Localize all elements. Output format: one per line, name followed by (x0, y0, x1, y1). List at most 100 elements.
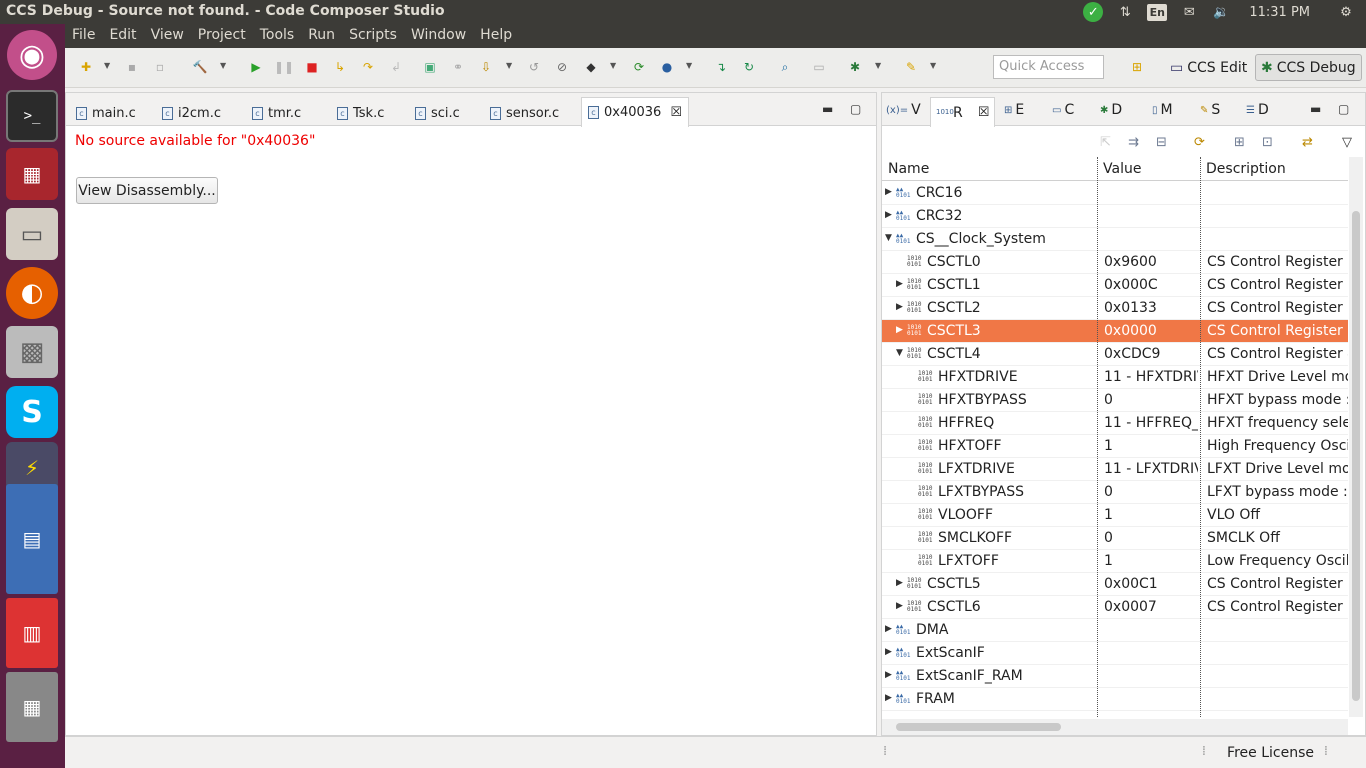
volume-icon[interactable]: 🔉 (1211, 2, 1231, 22)
step-into-icon[interactable]: ↳ (331, 58, 349, 76)
edit-group-icon[interactable]: ⊡ (1262, 135, 1273, 150)
build-dropdown-icon[interactable]: ▼ (220, 61, 226, 70)
file-manager-icon[interactable]: ▭ (6, 208, 58, 260)
expand-toggle-icon[interactable]: ▶ (896, 325, 903, 335)
tab-memory[interactable]: ▯ M (1152, 102, 1173, 118)
register-row[interactable]: ▶ 1010 0101 CSCTL3 0x0000 CS Control Register… (882, 320, 1348, 343)
stacked-windows-icon[interactable]: ▤ (6, 484, 58, 594)
register-value[interactable]: 1 (1104, 507, 1198, 523)
register-row[interactable]: 1010 0101 LFXTBYPASS 0 LFXT bypass mode : 0 (882, 481, 1348, 504)
expand-toggle-icon[interactable]: ▶ (885, 647, 892, 657)
register-value[interactable]: 1 (1104, 438, 1198, 454)
menu-window[interactable]: Window (404, 24, 473, 48)
suspend-icon[interactable]: ❚❚ (274, 58, 294, 76)
register-row[interactable]: 10100101 HFXTDRIVE 11 - HFXTDRIVE HFXT Driv… (882, 366, 1348, 389)
register-row[interactable]: ▶ ▲▲ 0101 ExtScanIF_RAM (882, 665, 1348, 688)
expand-toggle-icon[interactable]: ▶ (885, 670, 892, 680)
menu-project[interactable]: Project (191, 24, 253, 48)
register-row[interactable]: 1010 0101 SMCLKOFF 0 SMCLK Off (882, 527, 1348, 550)
register-row[interactable]: 10100101 HFXTBYPASS 0 HFXT bypass mode : 0 (882, 389, 1348, 412)
expand-toggle-icon[interactable]: ▶ (885, 693, 892, 703)
stacked-apps-icon[interactable]: ▥ (6, 598, 58, 668)
collapse-all-icon[interactable]: ⇉ (1128, 135, 1139, 150)
close-tab-icon[interactable]: ☒ (670, 105, 682, 120)
register-value[interactable]: 11 - HFFREQ_3 (1104, 415, 1198, 431)
clock[interactable]: 11:31 PM (1249, 5, 1310, 20)
register-row[interactable]: ▶ 1010 0101 CSCTL5 0x00C1 CS Control Register… (882, 573, 1348, 596)
register-row[interactable]: ▶ ▲▲ 0101 CRC16 (882, 182, 1348, 205)
reset-icon[interactable]: ⊘ (553, 58, 571, 76)
register-row[interactable]: 1010 0101 HFFREQ 11 - HFFREQ_3 HFXT frequenc… (882, 412, 1348, 435)
register-value[interactable]: 1 (1104, 553, 1198, 569)
expand-toggle-icon[interactable]: ▶ (896, 578, 903, 588)
minimize-editor-icon[interactable]: ▬ (822, 102, 833, 116)
bug-dropdown-icon[interactable]: ▼ (875, 61, 881, 70)
collapse-toggle-icon[interactable]: ▼ (896, 348, 903, 358)
quick-access-input[interactable]: Quick Access (993, 55, 1104, 79)
new-dropdown-icon[interactable]: ▼ (104, 61, 110, 70)
minimize-view-icon[interactable]: ▬ (1310, 102, 1321, 116)
column-name-header[interactable]: Name (888, 161, 929, 177)
register-value[interactable]: 0 (1104, 484, 1198, 500)
tab-sci-c[interactable]: c sci.c (415, 101, 460, 125)
register-value[interactable]: 0 (1104, 530, 1198, 546)
calculator-icon[interactable]: ▦ (6, 672, 58, 742)
mail-icon[interactable]: ✉ (1179, 2, 1199, 22)
register-row[interactable]: ▼ ▲▲ 0101 CS__Clock_System (882, 228, 1348, 251)
scroll-thumb[interactable] (896, 723, 1061, 731)
view-disassembly-button[interactable]: View Disassembly... (76, 177, 218, 204)
refresh-icon[interactable]: ⟳ (630, 58, 648, 76)
asm-step-over-icon[interactable]: ↻ (740, 58, 758, 76)
resume-icon[interactable]: ▶ (247, 58, 265, 76)
expand-toggle-icon[interactable]: ▶ (885, 624, 892, 634)
menu-run[interactable]: Run (301, 24, 342, 48)
register-value[interactable]: 0x000C (1104, 277, 1198, 293)
sync-icon[interactable]: ⇄ (1302, 135, 1313, 150)
tab-registers[interactable]: 1010 R ☒ (930, 97, 996, 127)
license-status[interactable]: Free License (1227, 745, 1314, 761)
tab-debug[interactable]: ✱ D (1100, 102, 1122, 118)
tab-search[interactable]: ✎ S (1200, 102, 1220, 118)
tab-expressions[interactable]: ⊞ E (1004, 102, 1024, 118)
network-arrows-icon[interactable]: ⇅ (1115, 2, 1135, 22)
ccs-app-icon[interactable]: ▦ (6, 148, 58, 200)
asm-step-into-icon[interactable]: ↴ (712, 58, 730, 76)
register-value[interactable]: 0x0000 (1104, 323, 1198, 339)
expand-toggle-icon[interactable]: ▶ (896, 601, 903, 611)
register-value[interactable]: 11 - LFXTDRIVE (1104, 461, 1198, 477)
new-group-icon[interactable]: ⊞ (1234, 135, 1245, 150)
register-value[interactable]: 0x9600 (1104, 254, 1198, 270)
register-row[interactable]: ▶ 1010 0101 CSCTL6 0x0007 CS Control Register… (882, 596, 1348, 619)
maximize-editor-icon[interactable]: ▢ (850, 102, 861, 116)
debug-icon[interactable]: ● (658, 58, 676, 76)
scroll-thumb[interactable] (1352, 211, 1360, 701)
tab-console[interactable]: ▭ C (1052, 102, 1074, 118)
expand-toggle-icon[interactable]: ▶ (896, 302, 903, 312)
save-all-icon[interactable]: ▫ (151, 58, 169, 76)
horizontal-scrollbar[interactable] (882, 719, 1348, 735)
search-icon[interactable]: ⌕ (776, 58, 794, 76)
expand-toggle-icon[interactable]: ▶ (896, 279, 903, 289)
layout-icon[interactable]: ⊟ (1156, 135, 1167, 150)
register-row[interactable]: 10100101 HFXTOFF 1 High Frequency Oscillato… (882, 435, 1348, 458)
console-icon[interactable]: ▭ (810, 58, 828, 76)
menu-view[interactable]: View (144, 24, 191, 48)
register-row[interactable]: 1010 0101 VLOOFF 1 VLO Off (882, 504, 1348, 527)
build-hammer-icon[interactable]: 🔨 (191, 58, 209, 76)
collapse-toggle-icon[interactable]: ▼ (885, 233, 892, 243)
register-row[interactable]: ▼ 1010 0101 CSCTL4 0xCDC9 CS Control Register… (882, 343, 1348, 366)
expand-toggle-icon[interactable]: ▶ (885, 187, 892, 197)
register-value[interactable]: 11 - HFXTDRIVE (1104, 369, 1198, 385)
menu-edit[interactable]: Edit (102, 24, 143, 48)
tab-tsk-c[interactable]: c Tsk.c (337, 101, 384, 125)
register-value[interactable]: 0xCDC9 (1104, 346, 1198, 362)
register-row[interactable]: ▶ ▲▲ 0101 ExtScanIF (882, 642, 1348, 665)
view-menu-icon[interactable]: ▽ (1342, 135, 1352, 150)
power-gear-icon[interactable]: ⚙ (1336, 2, 1356, 22)
register-row[interactable]: ▶ ▲▲ 0101 FRAM (882, 688, 1348, 711)
menu-help[interactable]: Help (473, 24, 519, 48)
register-row[interactable]: ▶ 1010 0101 CSCTL1 0x000C CS Control Register… (882, 274, 1348, 297)
perspective-ccs-edit[interactable]: ▭ CCS Edit (1165, 54, 1252, 81)
bug-icon[interactable]: ✱ (846, 58, 864, 76)
step-over-icon[interactable]: ↷ (359, 58, 377, 76)
